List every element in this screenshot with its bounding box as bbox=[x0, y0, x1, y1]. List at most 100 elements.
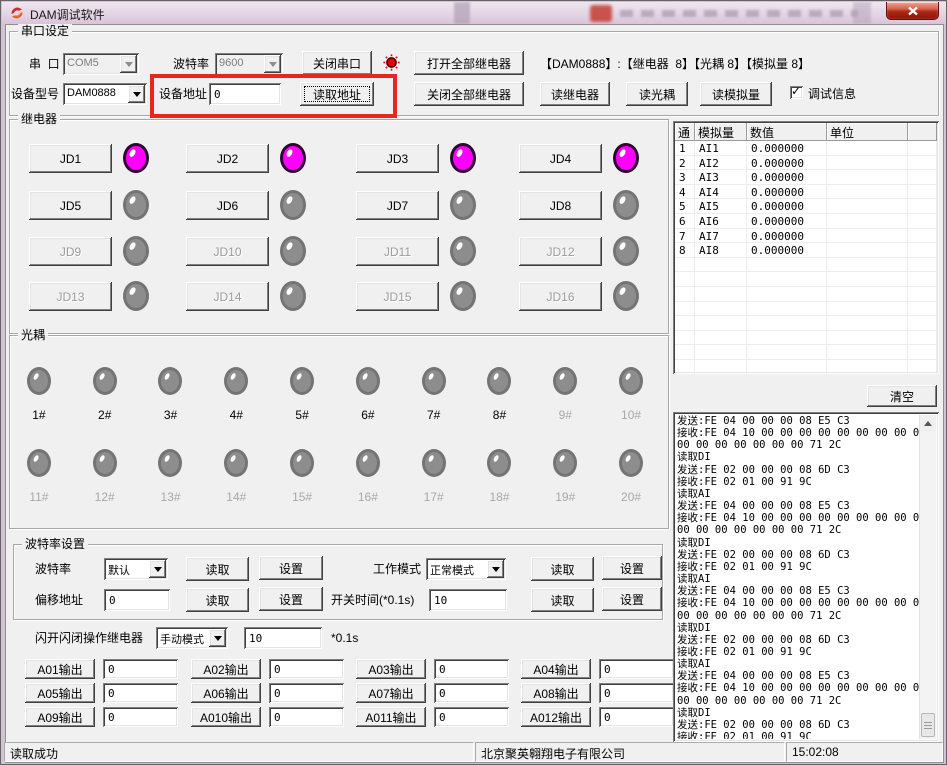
output-button-a08[interactable]: A08输出 bbox=[521, 683, 591, 703]
output-value-input-2[interactable] bbox=[269, 659, 344, 679]
baud-read-button[interactable]: 读取 bbox=[186, 557, 249, 581]
output-value-input-12[interactable] bbox=[599, 707, 674, 727]
relay-button-jd4[interactable]: JD4 bbox=[519, 144, 602, 173]
relay-led-13 bbox=[123, 281, 149, 311]
device-model-dropdown-button[interactable] bbox=[128, 85, 145, 103]
relay-button-jd8[interactable]: JD8 bbox=[519, 191, 602, 220]
output-button-a010[interactable]: A010输出 bbox=[191, 707, 261, 727]
table-cell bbox=[747, 360, 827, 374]
table-cell bbox=[827, 199, 908, 214]
relay-button-jd7[interactable]: JD7 bbox=[356, 191, 439, 220]
opto-channel-label: 2# bbox=[98, 408, 111, 422]
output-button-a05[interactable]: A05输出 bbox=[25, 683, 95, 703]
relay-led-5 bbox=[123, 190, 149, 220]
output-button-a03[interactable]: A03输出 bbox=[356, 659, 426, 679]
work-mode-read-button[interactable]: 读取 bbox=[531, 557, 594, 581]
work-mode-set-button[interactable]: 设置 bbox=[602, 556, 662, 580]
offset-address-label: 偏移地址 bbox=[35, 593, 83, 607]
opto-channel-label: 11# bbox=[29, 490, 48, 504]
output-button-a01[interactable]: A01输出 bbox=[25, 659, 95, 679]
opto-channel-label: 10# bbox=[621, 408, 641, 422]
table-cell bbox=[675, 287, 695, 302]
clear-log-button[interactable]: 清空 bbox=[867, 385, 937, 407]
table-cell bbox=[747, 258, 827, 273]
relay-button-jd5[interactable]: JD5 bbox=[29, 191, 112, 220]
open-all-relays-button[interactable]: 打开全部继电器 bbox=[414, 51, 524, 75]
table-cell bbox=[827, 272, 908, 287]
output-value-input-10[interactable] bbox=[269, 707, 344, 727]
offset-read-button[interactable]: 读取 bbox=[186, 588, 249, 612]
table-cell: 7 bbox=[675, 229, 695, 244]
table-cell bbox=[747, 345, 827, 360]
read-relay-button[interactable]: 读继电器 bbox=[540, 82, 610, 106]
output-button-a012[interactable]: A012输出 bbox=[521, 707, 591, 727]
output-button-a011[interactable]: A011输出 bbox=[356, 707, 426, 727]
opto-channel-label: 1# bbox=[32, 408, 45, 422]
work-mode-dropdown-button[interactable] bbox=[487, 560, 504, 578]
table-cell: AI2 bbox=[695, 156, 747, 171]
output-value-input-4[interactable] bbox=[599, 659, 674, 679]
serial-port-select: COM5 bbox=[63, 53, 139, 75]
switch-time-read-button[interactable]: 读取 bbox=[531, 588, 594, 612]
debug-log-text: 发送:FE 04 00 00 00 08 E5 C3 接收:FE 04 10 0… bbox=[677, 415, 919, 739]
analog-table-header: 通模拟量数值单位 bbox=[675, 123, 937, 141]
device-model-select[interactable]: DAM0888 bbox=[63, 83, 147, 105]
output-value-input-11[interactable] bbox=[434, 707, 509, 727]
log-scrollbar[interactable] bbox=[919, 415, 936, 739]
output-value-input-6[interactable] bbox=[269, 683, 344, 703]
read-opto-button[interactable]: 读光耦 bbox=[626, 82, 688, 106]
close-button[interactable] bbox=[886, 2, 939, 20]
analog-col-header bbox=[908, 123, 937, 141]
serial-port-dropdown-button bbox=[120, 55, 137, 73]
output-button-a07[interactable]: A07输出 bbox=[356, 683, 426, 703]
output-button-a02[interactable]: A02输出 bbox=[191, 659, 261, 679]
chevron-down-icon bbox=[154, 567, 162, 576]
baud-set-button[interactable]: 设置 bbox=[259, 556, 323, 580]
flash-mode-select[interactable]: 手动模式 bbox=[156, 627, 228, 649]
table-cell bbox=[675, 316, 695, 331]
output-value-input-3[interactable] bbox=[434, 659, 509, 679]
scrollbar-thumb[interactable] bbox=[921, 713, 935, 737]
baud-setting-dropdown-button[interactable] bbox=[149, 560, 166, 578]
output-value-input-7[interactable] bbox=[434, 683, 509, 703]
close-serial-button[interactable]: 关闭串口 bbox=[302, 51, 372, 75]
table-cell bbox=[908, 272, 937, 287]
relay-button-jd3[interactable]: JD3 bbox=[356, 144, 439, 173]
opto-led-15 bbox=[290, 449, 314, 477]
relay-button-jd1[interactable]: JD1 bbox=[29, 144, 112, 173]
relay-button-jd2[interactable]: JD2 bbox=[186, 144, 269, 173]
output-value-input-5[interactable] bbox=[103, 683, 178, 703]
table-cell: AI7 bbox=[695, 229, 747, 244]
switch-time-set-button[interactable]: 设置 bbox=[602, 587, 662, 611]
output-button-a04[interactable]: A04输出 bbox=[521, 659, 591, 679]
table-cell bbox=[827, 360, 908, 374]
baud-dropdown-button bbox=[264, 55, 281, 73]
baud-setting-select[interactable]: 默认 bbox=[104, 558, 168, 580]
offset-set-button[interactable]: 设置 bbox=[259, 587, 323, 611]
output-button-a09[interactable]: A09输出 bbox=[25, 707, 95, 727]
app-icon bbox=[9, 5, 25, 21]
close-all-relays-button[interactable]: 关闭全部继电器 bbox=[414, 82, 524, 106]
table-row bbox=[675, 258, 937, 273]
output-value-input-9[interactable] bbox=[103, 707, 178, 727]
flash-mode-dropdown-button[interactable] bbox=[209, 629, 226, 647]
work-mode-select[interactable]: 正常模式 bbox=[426, 558, 506, 580]
flash-time-unit-label: *0.1s bbox=[331, 631, 358, 645]
flash-time-input[interactable] bbox=[244, 627, 322, 649]
table-row bbox=[675, 272, 937, 287]
table-row bbox=[675, 331, 937, 346]
output-button-a06[interactable]: A06输出 bbox=[191, 683, 261, 703]
table-cell: AI3 bbox=[695, 170, 747, 185]
relay-button-jd14: JD14 bbox=[186, 282, 269, 311]
read-analog-button[interactable]: 读模拟量 bbox=[700, 82, 772, 106]
work-mode-value: 正常模式 bbox=[426, 558, 485, 580]
opto-led-18 bbox=[487, 449, 511, 477]
offset-address-input[interactable] bbox=[104, 589, 170, 611]
output-value-input-1[interactable] bbox=[103, 659, 178, 679]
debug-info-checkbox[interactable] bbox=[790, 86, 803, 99]
output-value-input-8[interactable] bbox=[599, 683, 674, 703]
opto-led-3 bbox=[158, 367, 182, 395]
scrollbar-up-button[interactable] bbox=[920, 415, 936, 431]
switch-time-input[interactable] bbox=[429, 589, 507, 611]
relay-button-jd6[interactable]: JD6 bbox=[186, 191, 269, 220]
